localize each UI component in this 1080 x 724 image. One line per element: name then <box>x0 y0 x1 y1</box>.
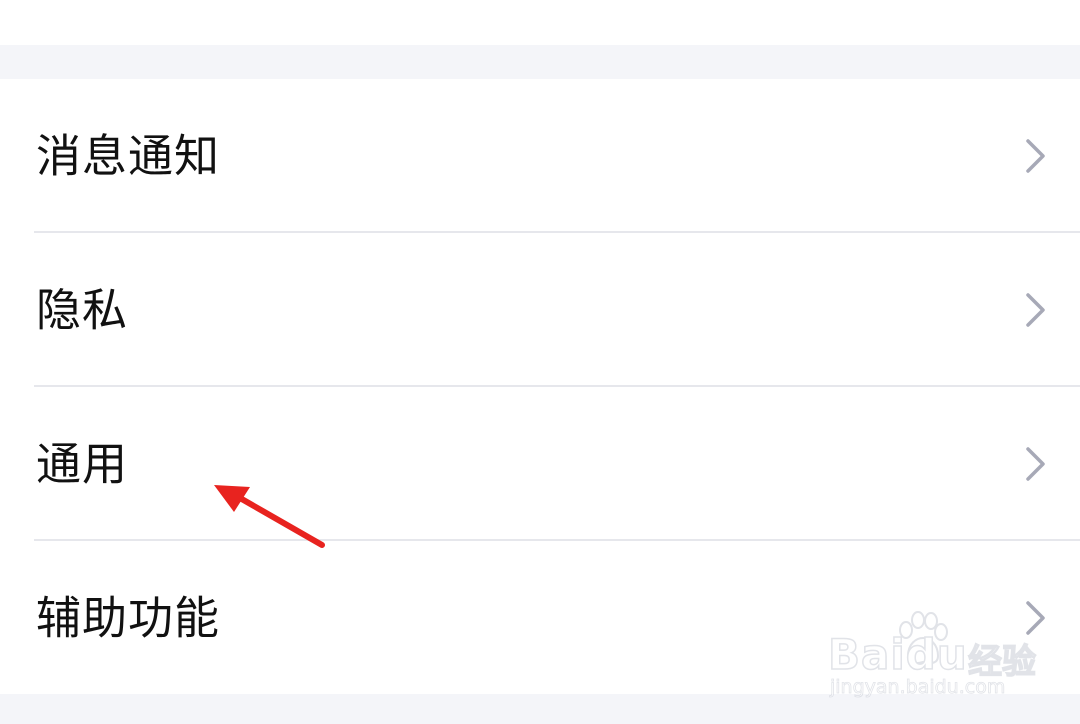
settings-page: 消息通知 隐私 通用 辅助功能 Baidu 经验 jingyan.baidu.c… <box>0 0 1080 724</box>
settings-item-label: 隐私 <box>36 283 129 337</box>
settings-item-label: 消息通知 <box>36 129 221 183</box>
watermark-url: jingyan.baidu.com <box>830 676 1006 699</box>
settings-item-label: 辅助功能 <box>36 591 221 645</box>
watermark-brand: Baidu <box>827 629 968 680</box>
settings-item-notifications[interactable]: 消息通知 <box>0 79 1080 233</box>
top-card <box>0 0 1080 45</box>
chevron-right-icon <box>1026 447 1045 481</box>
settings-item-privacy[interactable]: 隐私 <box>0 233 1080 387</box>
settings-item-label: 通用 <box>36 437 129 491</box>
chevron-right-icon <box>1026 293 1045 327</box>
settings-list: 消息通知 隐私 通用 辅助功能 <box>0 79 1080 694</box>
chevron-right-icon <box>1026 139 1045 173</box>
settings-item-general[interactable]: 通用 <box>0 387 1080 541</box>
baidu-watermark: Baidu 经验 jingyan.baidu.com <box>827 608 1058 703</box>
